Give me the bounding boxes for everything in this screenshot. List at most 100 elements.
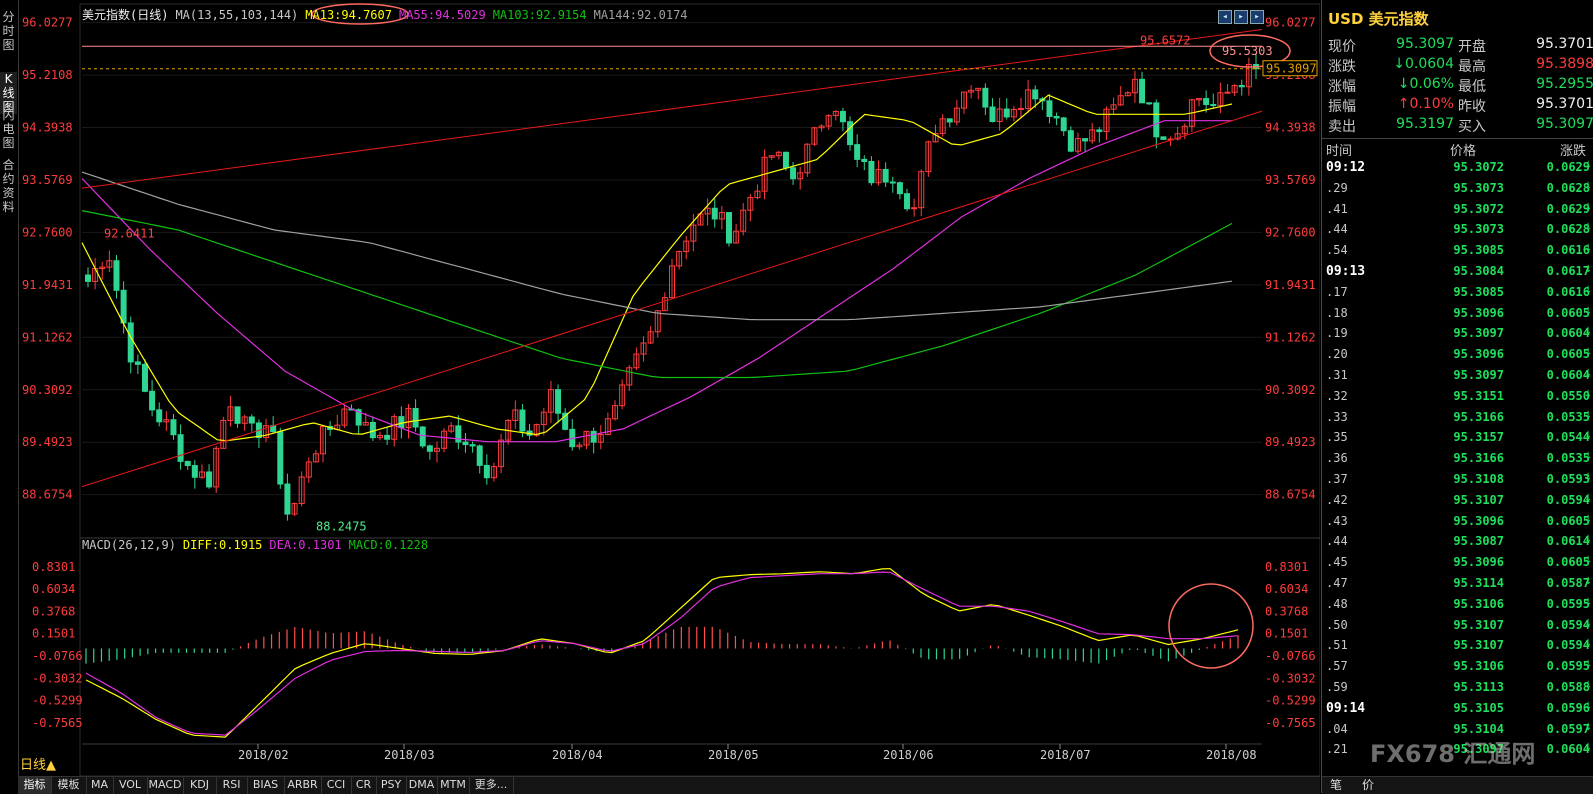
indicator-tab[interactable]: 模板 [51, 777, 87, 794]
tick-time: .37 [1326, 472, 1348, 486]
tick-price: 95.3096 [1453, 555, 1504, 570]
down-arrow-icon: ↓ [1584, 326, 1593, 338]
tick-price: 95.3105 [1453, 700, 1504, 715]
tick-time: .33 [1326, 409, 1348, 424]
indicator-tab[interactable]: VOL [113, 777, 148, 794]
tick-change: 0.0628 [1546, 180, 1590, 195]
macd-header: MACD(26,12,9) DIFF:0.1915 DEA:0.1301 MACD:0… [82, 538, 435, 554]
macd-tick-right: 0.1501 [1265, 627, 1308, 641]
tick-time: 09:14 [1326, 700, 1366, 716]
indicator-tab[interactable]: RSI [216, 777, 248, 794]
indicator-tab[interactable]: MTM [437, 777, 470, 794]
indicator-tab[interactable]: CCI [321, 777, 352, 794]
indicator-tab[interactable]: ARBR [284, 777, 322, 794]
period-selector[interactable]: 日线▲ [20, 758, 80, 774]
tick-price: 95.3084 [1453, 264, 1504, 278]
tick-row: .48 95.3106 0.0595 ↓ [1322, 595, 1593, 616]
tab-ticks[interactable]: 笔 [1330, 777, 1342, 793]
quote-label: 昨收 [1458, 99, 1486, 115]
indicator-tab[interactable]: CR [351, 777, 377, 794]
price-tick-left: 88.6754 [22, 488, 73, 502]
tick-change: 0.0605 [1546, 305, 1590, 320]
indicator-tab[interactable]: 更多... [469, 777, 514, 794]
macd-value: MACD:0.1228 [348, 538, 429, 552]
tick-time: .20 [1326, 347, 1348, 362]
tick-price: 95.3073 [1453, 180, 1504, 195]
indicator-tab[interactable]: DMA [406, 777, 438, 794]
tick-time: .43 [1326, 513, 1348, 528]
tick-change: 0.0616 [1546, 243, 1590, 258]
quote-row: 现价 95.3097 开盘 95.3701 [1322, 36, 1593, 56]
price-tick-left: 94.3938 [22, 121, 73, 135]
zoom-out-icon[interactable]: ◂ [1218, 10, 1232, 24]
macd-tick-left: -0.3032 [32, 671, 83, 685]
tick-change: 0.0594 [1546, 617, 1590, 632]
x-tick-label: 2018/04 [552, 748, 603, 762]
tick-price: 95.3106 [1453, 596, 1504, 611]
quote-label: 开盘 [1458, 39, 1486, 55]
quote-row: 涨跌 ↓0.0604 最高 95.3898 [1322, 56, 1593, 76]
indicator-tab[interactable]: MACD [147, 777, 184, 794]
macd-tick-right: -0.5299 [1265, 694, 1316, 708]
tick-row: .44 95.3087 0.0614 ↓ [1322, 532, 1593, 553]
upper-trendline [81, 29, 1263, 189]
tick-time: .44 [1326, 222, 1348, 237]
scroll-icon[interactable]: ▸ [1234, 10, 1248, 24]
watermark-logo: FX678 汇通网 [1370, 740, 1536, 768]
tab-price[interactable]: 价 [1362, 777, 1374, 793]
zoom-in-icon[interactable]: ▸ [1250, 10, 1264, 24]
down-arrow-icon: ↓ [1584, 534, 1593, 546]
candle-body [1139, 78, 1146, 104]
quote-row: 涨幅 ↓0.06% 最低 95.2955 [1322, 76, 1593, 96]
tick-price: 95.3087 [1453, 534, 1504, 549]
candle-body [1146, 102, 1153, 105]
macd-tick-left: -0.5299 [32, 694, 83, 708]
candle-body [426, 445, 433, 452]
quote-value: 95.3898 [1536, 56, 1593, 72]
candle-body [1003, 108, 1010, 118]
indicator-tab[interactable]: KDJ [183, 777, 217, 794]
tick-row: .51 95.3107 0.0594 ↓ [1322, 636, 1593, 657]
candle-body [1153, 102, 1160, 138]
tick-change: 0.0535 [1546, 451, 1590, 466]
low-label: 88.2475 [316, 519, 367, 533]
ma-param-label: MA(13,55,103,144) [175, 8, 299, 22]
indicator-tab[interactable]: PSY [376, 777, 407, 794]
indicator-tab[interactable]: MA [86, 777, 114, 794]
quote-label: 最低 [1458, 79, 1486, 95]
candle-body [206, 471, 213, 488]
tick-time: .32 [1326, 388, 1348, 403]
indicator-tab[interactable]: 指标 [18, 777, 52, 794]
tick-price: 95.3114 [1453, 576, 1504, 590]
candle-body [782, 151, 789, 169]
candle-body [847, 121, 854, 146]
tick-change: 0.0550 [1546, 388, 1590, 403]
tick-price: 95.3072 [1453, 160, 1504, 174]
price-tick-right: 96.0277 [1265, 16, 1316, 30]
down-arrow-icon: ↓ [1584, 576, 1593, 587]
tick-row: .31 95.3097 0.0604 ↓ [1322, 366, 1593, 387]
ma13-value: MA13:94.7607 [305, 8, 392, 22]
macd-tick-left: 0.6034 [32, 582, 75, 596]
down-arrow-icon: ↓ [1584, 472, 1593, 483]
candle-body [384, 434, 391, 440]
indicator-tab[interactable]: BIAS [247, 777, 285, 794]
quote-value: 95.3097 [1396, 36, 1454, 52]
candle-body [134, 361, 141, 365]
ma-line [81, 94, 1233, 442]
x-tick-label: 2018/06 [883, 748, 934, 762]
quote-label: 振幅 [1328, 99, 1356, 115]
down-arrow-icon: ↓ [1584, 513, 1593, 525]
down-arrow-icon: ↓ [1584, 243, 1593, 255]
tick-change: 0.0629 [1546, 160, 1590, 174]
tick-price: 95.3085 [1453, 284, 1504, 299]
candle-body [191, 465, 198, 478]
down-arrow-icon: ↓ [1584, 638, 1593, 650]
tick-time: .19 [1326, 326, 1348, 341]
tick-change: 0.0629 [1546, 201, 1590, 216]
candle-body [1160, 136, 1167, 140]
tick-price: 95.3096 [1453, 305, 1504, 320]
chart-nav-buttons: ◂ ▸ ▸ [1218, 8, 1266, 24]
tick-row: .59 95.3113 0.0588 ↓ [1322, 678, 1593, 699]
down-arrow-icon: ↓ [1584, 160, 1593, 171]
